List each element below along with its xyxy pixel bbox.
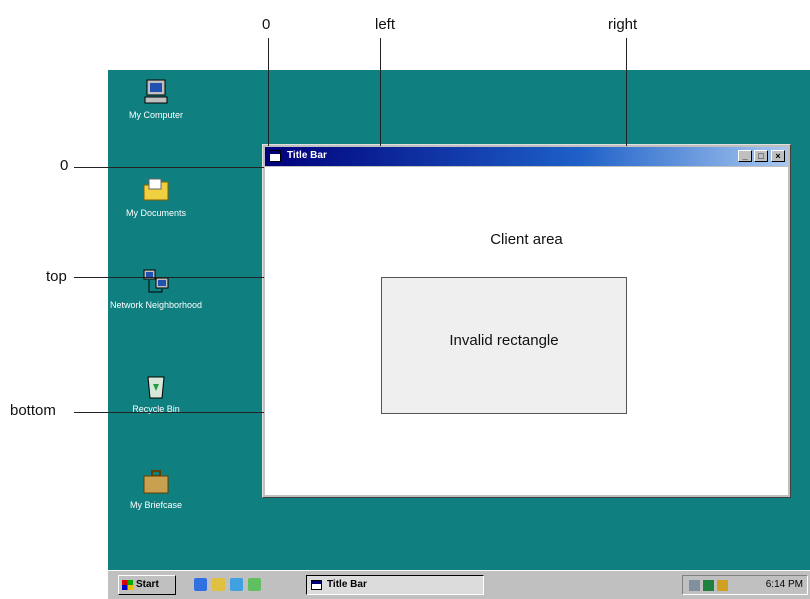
client-area-label: Client area xyxy=(490,231,563,248)
channels-icon[interactable] xyxy=(248,578,261,591)
clock[interactable]: 6:14 PM xyxy=(766,579,803,590)
right-label: right xyxy=(608,16,638,33)
outlook-icon[interactable] xyxy=(212,578,225,591)
desktop-icon-recycle-bin[interactable]: Recycle Bin xyxy=(108,372,204,415)
app-window: Title Bar _ □ × Client area Invalid rect… xyxy=(262,144,791,498)
right-line xyxy=(626,38,627,146)
volume-icon[interactable] xyxy=(703,580,714,591)
invalid-rectangle-label: Invalid rectangle xyxy=(449,332,559,349)
system-tray: 6:14 PM xyxy=(682,575,808,595)
desktop-icon-my-documents[interactable]: My Documents xyxy=(108,176,204,219)
desktop-icon-my-briefcase[interactable]: My Briefcase xyxy=(108,468,204,511)
desktop-icon-label: My Briefcase xyxy=(129,500,182,510)
left-label: left xyxy=(375,16,396,33)
left-line xyxy=(380,38,381,146)
bottom-label: bottom xyxy=(10,402,56,419)
maximize-button[interactable]: □ xyxy=(754,150,768,162)
x-origin-line xyxy=(268,38,269,146)
top-line xyxy=(74,277,264,278)
bottom-line xyxy=(74,412,264,413)
invalid-rectangle: Invalid rectangle xyxy=(381,277,627,414)
desktop-icon-my-computer[interactable]: My Computer xyxy=(108,78,204,121)
desktop-icon[interactable] xyxy=(230,578,243,591)
title-bar[interactable]: Title Bar _ □ × xyxy=(265,147,788,166)
taskbar: Start Title Bar 6:14 PM xyxy=(108,570,810,599)
top-label: top xyxy=(46,268,67,285)
y-origin-line xyxy=(74,167,264,168)
scheduler-icon[interactable] xyxy=(717,580,728,591)
close-button[interactable]: × xyxy=(771,150,785,162)
minimize-button[interactable]: _ xyxy=(738,150,752,162)
taskbar-window-label: Title Bar xyxy=(327,579,367,590)
ie-icon[interactable] xyxy=(194,578,207,591)
window-icon xyxy=(311,580,322,590)
taskbar-window-button[interactable]: Title Bar xyxy=(306,575,484,595)
desktop-icon-label: My Computer xyxy=(128,110,183,120)
desktop-icon-label: My Documents xyxy=(125,208,187,218)
network-tray-icon[interactable] xyxy=(689,580,700,591)
network-icon xyxy=(143,269,169,293)
window-title: Title Bar xyxy=(287,150,327,161)
folder-icon xyxy=(143,178,169,201)
desktop-icon-network-neighborhood[interactable]: Network Neighborhood xyxy=(108,268,204,311)
start-button[interactable]: Start xyxy=(118,575,176,595)
windows-logo-icon xyxy=(122,580,133,590)
briefcase-icon xyxy=(143,470,169,494)
window-icon[interactable] xyxy=(269,150,281,162)
desktop-icon-label: Network Neighborhood xyxy=(109,300,203,310)
x-origin-label: 0 xyxy=(262,16,271,33)
y-origin-label: 0 xyxy=(60,157,69,174)
recycle-bin-icon xyxy=(147,376,165,399)
client-area[interactable]: Client area Invalid rectangle xyxy=(265,167,788,495)
computer-icon xyxy=(144,79,168,104)
start-label: Start xyxy=(136,579,159,590)
